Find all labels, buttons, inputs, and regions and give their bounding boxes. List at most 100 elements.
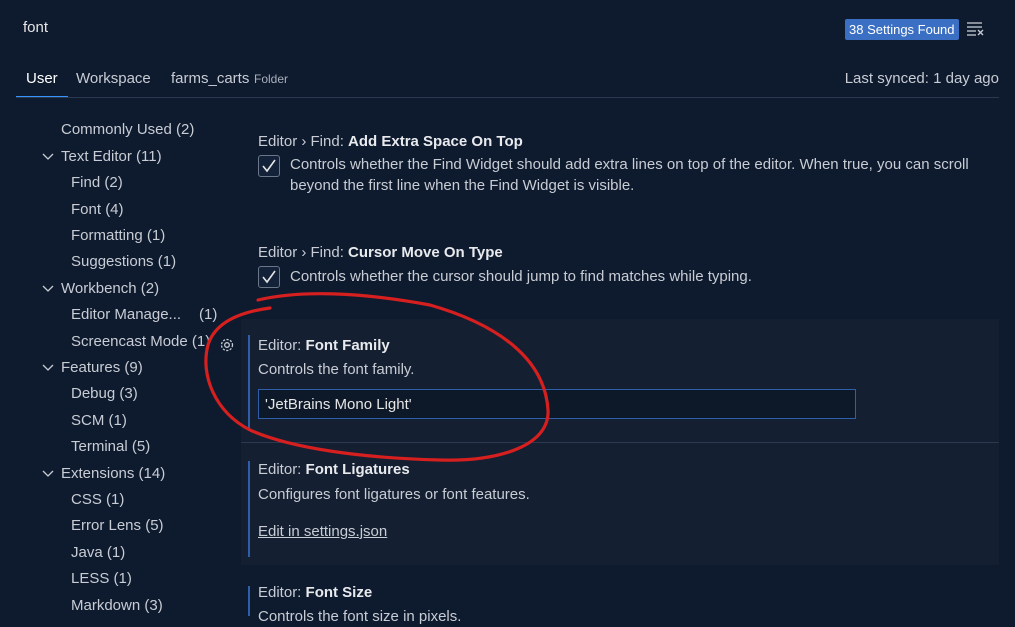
toc-count: (1) bbox=[113, 570, 132, 587]
toc-item-suggestions[interactable]: Suggestions (1) bbox=[71, 253, 176, 270]
setting-description: Controls whether the cursor should jump … bbox=[290, 268, 752, 285]
chevron-down-icon[interactable] bbox=[41, 150, 55, 164]
toc-item-debug[interactable]: Debug (3) bbox=[71, 385, 138, 402]
toc-label: Java bbox=[71, 544, 103, 561]
setting-name: Add Extra Space On Top bbox=[348, 133, 523, 150]
toc-label: Workbench bbox=[61, 280, 137, 297]
toc-item-features[interactable]: Features (9) bbox=[61, 359, 143, 376]
toc-count: (1) bbox=[157, 253, 177, 270]
toc-label: Find bbox=[71, 174, 101, 191]
row-indicator bbox=[248, 461, 250, 557]
font-family-input[interactable] bbox=[258, 389, 856, 419]
setting-description: Controls whether the Find Widget should … bbox=[290, 156, 969, 194]
toc-label: SCM bbox=[71, 412, 105, 429]
toc-label: LESS bbox=[71, 570, 110, 587]
tab-workspace[interactable]: Workspace bbox=[76, 70, 151, 87]
setting-name: Cursor Move On Type bbox=[348, 244, 503, 261]
toc-item-editor-management[interactable]: Editor Manage... (1) bbox=[71, 306, 217, 323]
toc-item-workbench[interactable]: Workbench (2) bbox=[61, 280, 159, 297]
toc-count: (5) bbox=[131, 438, 151, 455]
toc-count: (1) bbox=[191, 333, 211, 350]
toc-label: Editor Manage... bbox=[71, 306, 182, 323]
toc-item-less[interactable]: LESS (1) bbox=[71, 570, 132, 587]
toc-label: CSS bbox=[71, 491, 102, 508]
chevron-down-icon[interactable] bbox=[41, 361, 55, 375]
toc-label: Error Lens bbox=[71, 517, 142, 534]
setting-title: Editor: Font Size bbox=[258, 584, 372, 601]
toc-label: Features bbox=[61, 359, 121, 376]
setting-name: Font Ligatures bbox=[305, 461, 410, 478]
toc-item-text-editor[interactable]: Text Editor (11) bbox=[61, 148, 162, 165]
toc-count: (5) bbox=[145, 517, 164, 534]
toc-item-css[interactable]: CSS (1) bbox=[71, 491, 124, 508]
setting-category: Editor › Find: bbox=[258, 244, 349, 261]
gear-icon[interactable] bbox=[218, 336, 236, 354]
toc-count: (2) bbox=[140, 280, 160, 297]
chevron-down-icon[interactable] bbox=[41, 282, 55, 296]
toc-label: Formatting bbox=[71, 227, 143, 244]
setting-title: Editor › Find: Cursor Move On Type bbox=[258, 244, 503, 261]
toc-item-extensions[interactable]: Extensions (14) bbox=[61, 465, 165, 482]
toc-item-markdown[interactable]: Markdown (3) bbox=[71, 597, 163, 614]
toc-count: (1) bbox=[106, 544, 126, 561]
setting-description: Controls the font size in pixels. bbox=[258, 608, 462, 625]
toc-label: Debug bbox=[71, 385, 116, 402]
checkmark-icon bbox=[262, 159, 276, 173]
toc-count: (11) bbox=[136, 148, 162, 165]
setting-category: Editor: bbox=[258, 461, 306, 478]
toc-item-error-lens[interactable]: Error Lens (5) bbox=[71, 517, 164, 534]
toc-label: Terminal bbox=[71, 438, 128, 455]
toc-count: (2) bbox=[104, 174, 123, 191]
clear-filter-icon[interactable] bbox=[966, 20, 984, 38]
toc-item-commonly-used[interactable]: Commonly Used (2) bbox=[61, 121, 194, 138]
setting-category: Editor › Find: bbox=[258, 133, 349, 150]
search-input[interactable]: font bbox=[23, 19, 48, 36]
toc-item-scm[interactable]: SCM (1) bbox=[71, 412, 127, 429]
tab-user[interactable]: User bbox=[26, 70, 58, 87]
toc-label: Screencast Mode bbox=[71, 333, 188, 350]
edit-in-settings-json-link[interactable]: Edit in settings.json bbox=[258, 521, 387, 542]
setting-category: Editor: bbox=[258, 584, 306, 601]
toc-label: Markdown bbox=[71, 597, 141, 614]
toc-count: (4) bbox=[105, 201, 124, 218]
chevron-down-icon[interactable] bbox=[41, 467, 55, 481]
toc-label: Extensions bbox=[61, 465, 135, 482]
results-count-badge: 38 Settings Found bbox=[845, 19, 959, 40]
toc-item-terminal[interactable]: Terminal (5) bbox=[71, 438, 150, 455]
toc-item-formatting[interactable]: Formatting (1) bbox=[71, 227, 165, 244]
setting-description: Configures font ligatures or font featur… bbox=[258, 486, 530, 503]
toc-count: (1) bbox=[146, 227, 166, 244]
sync-status: Last synced: 1 day ago bbox=[844, 70, 999, 87]
setting-checkbox[interactable] bbox=[258, 155, 280, 177]
toc-count: (9) bbox=[124, 359, 143, 376]
toc-item-screencast-mode[interactable]: Screencast Mode (1) bbox=[71, 333, 210, 350]
tab-folder-hint: Folder bbox=[254, 72, 289, 86]
setting-title: Editor › Find: Add Extra Space On Top bbox=[258, 133, 523, 150]
toc-item-find[interactable]: Find (2) bbox=[71, 174, 123, 191]
setting-description: Controls the font family. bbox=[258, 361, 415, 378]
setting-name: Font Family bbox=[305, 337, 390, 354]
checkmark-icon bbox=[262, 270, 276, 284]
toc-label: Commonly Used bbox=[61, 121, 172, 138]
row-indicator bbox=[248, 586, 250, 616]
toc-count: (1) bbox=[108, 412, 127, 429]
setting-title: Editor: Font Ligatures bbox=[258, 461, 410, 478]
toc-count: (1) bbox=[106, 491, 125, 508]
toc-count: (3) bbox=[144, 597, 163, 614]
toc-item-font[interactable]: Font (4) bbox=[71, 201, 124, 218]
setting-category: Editor: bbox=[258, 337, 306, 354]
tab-folder[interactable]: farms_carts bbox=[171, 70, 249, 87]
toc-item-java[interactable]: Java (1) bbox=[71, 544, 125, 561]
toc-count: (2) bbox=[176, 121, 195, 138]
toc-label: Suggestions bbox=[71, 253, 154, 270]
setting-name: Font Size bbox=[305, 584, 373, 601]
toc-count: (3) bbox=[119, 385, 138, 402]
setting-title: Editor: Font Family bbox=[258, 337, 390, 354]
toc-label: Text Editor bbox=[61, 148, 132, 165]
toc-count: (14) bbox=[138, 465, 166, 482]
toc-count: (1) bbox=[199, 306, 218, 323]
divider bbox=[16, 97, 999, 98]
focus-indicator bbox=[248, 335, 250, 431]
toc-label: Font bbox=[71, 201, 102, 218]
setting-checkbox[interactable] bbox=[258, 266, 280, 288]
